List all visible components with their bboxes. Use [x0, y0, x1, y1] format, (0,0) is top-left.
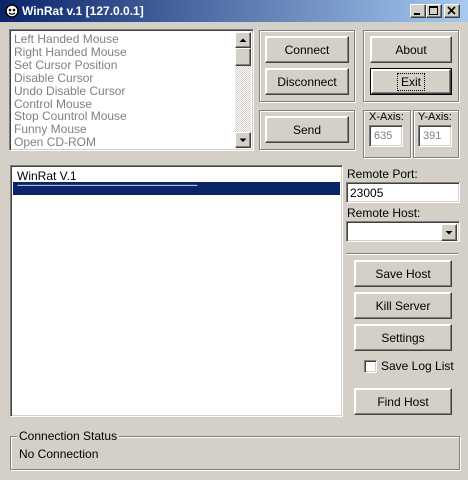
- remote-host-select[interactable]: [346, 221, 460, 242]
- scroll-down-arrow-icon[interactable]: [235, 132, 251, 148]
- list-item[interactable]: Set Cursor Position: [14, 58, 233, 72]
- kill-server-button[interactable]: Kill Server: [354, 292, 452, 319]
- save-host-button[interactable]: Save Host: [354, 260, 452, 287]
- y-axis-field[interactable]: 391: [418, 125, 452, 147]
- connection-status-text: No Connection: [19, 447, 99, 461]
- connect-button[interactable]: Connect: [265, 36, 349, 63]
- x-axis-label: X-Axis:: [369, 111, 404, 123]
- disconnect-button[interactable]: Disconnect: [265, 68, 349, 95]
- y-axis-label: Y-Axis:: [418, 111, 452, 123]
- title-bar[interactable]: WinRat v.1 [127.0.0.1]: [0, 0, 468, 22]
- remote-host-label: Remote Host:: [347, 206, 421, 220]
- window-title: WinRat v.1 [127.0.0.1]: [22, 4, 144, 18]
- connection-status-caption: Connection Status: [17, 429, 120, 443]
- log-line-selected[interactable]: ----------------------------------------…: [13, 180, 340, 195]
- settings-button[interactable]: Settings: [354, 324, 452, 351]
- log-separator-line: ----------------------------------------…: [17, 180, 198, 190]
- separator: [346, 253, 458, 255]
- list-item[interactable]: Right Handed Mouse: [14, 46, 233, 59]
- rat-app-icon[interactable]: [4, 3, 20, 19]
- about-button[interactable]: About: [370, 36, 452, 63]
- list-item[interactable]: Left Handed Mouse: [14, 33, 233, 46]
- scroll-up-arrow-icon[interactable]: [235, 32, 251, 48]
- list-item[interactable]: Undo Disable Cursor: [14, 84, 233, 98]
- scroll-thumb[interactable]: [235, 48, 251, 66]
- minimize-button[interactable]: [410, 4, 426, 18]
- command-listbox[interactable]: Left Handed Mouse Right Handed Mouse Set…: [9, 29, 254, 151]
- list-item[interactable]: Open CD-ROM: [14, 136, 233, 149]
- list-item[interactable]: Disable Cursor: [14, 71, 233, 85]
- log-listbox[interactable]: WinRat V.1 -----------------------------…: [10, 165, 343, 417]
- command-list-scrollbar[interactable]: [235, 32, 251, 148]
- save-log-label[interactable]: Save Log List: [381, 359, 454, 373]
- save-log-checkbox[interactable]: [364, 360, 377, 373]
- x-axis-field[interactable]: 635: [369, 125, 403, 147]
- dropdown-arrow-icon[interactable]: [441, 224, 457, 241]
- close-button[interactable]: [444, 4, 460, 18]
- connection-status-group: Connection Status No Connection: [10, 429, 460, 470]
- find-host-button[interactable]: Find Host: [354, 388, 452, 415]
- send-button[interactable]: Send: [265, 116, 349, 143]
- remote-port-input[interactable]: 23005: [346, 182, 460, 203]
- exit-button[interactable]: Exit: [370, 68, 452, 95]
- maximize-button[interactable]: [426, 4, 442, 18]
- remote-port-label: Remote Port:: [347, 167, 418, 181]
